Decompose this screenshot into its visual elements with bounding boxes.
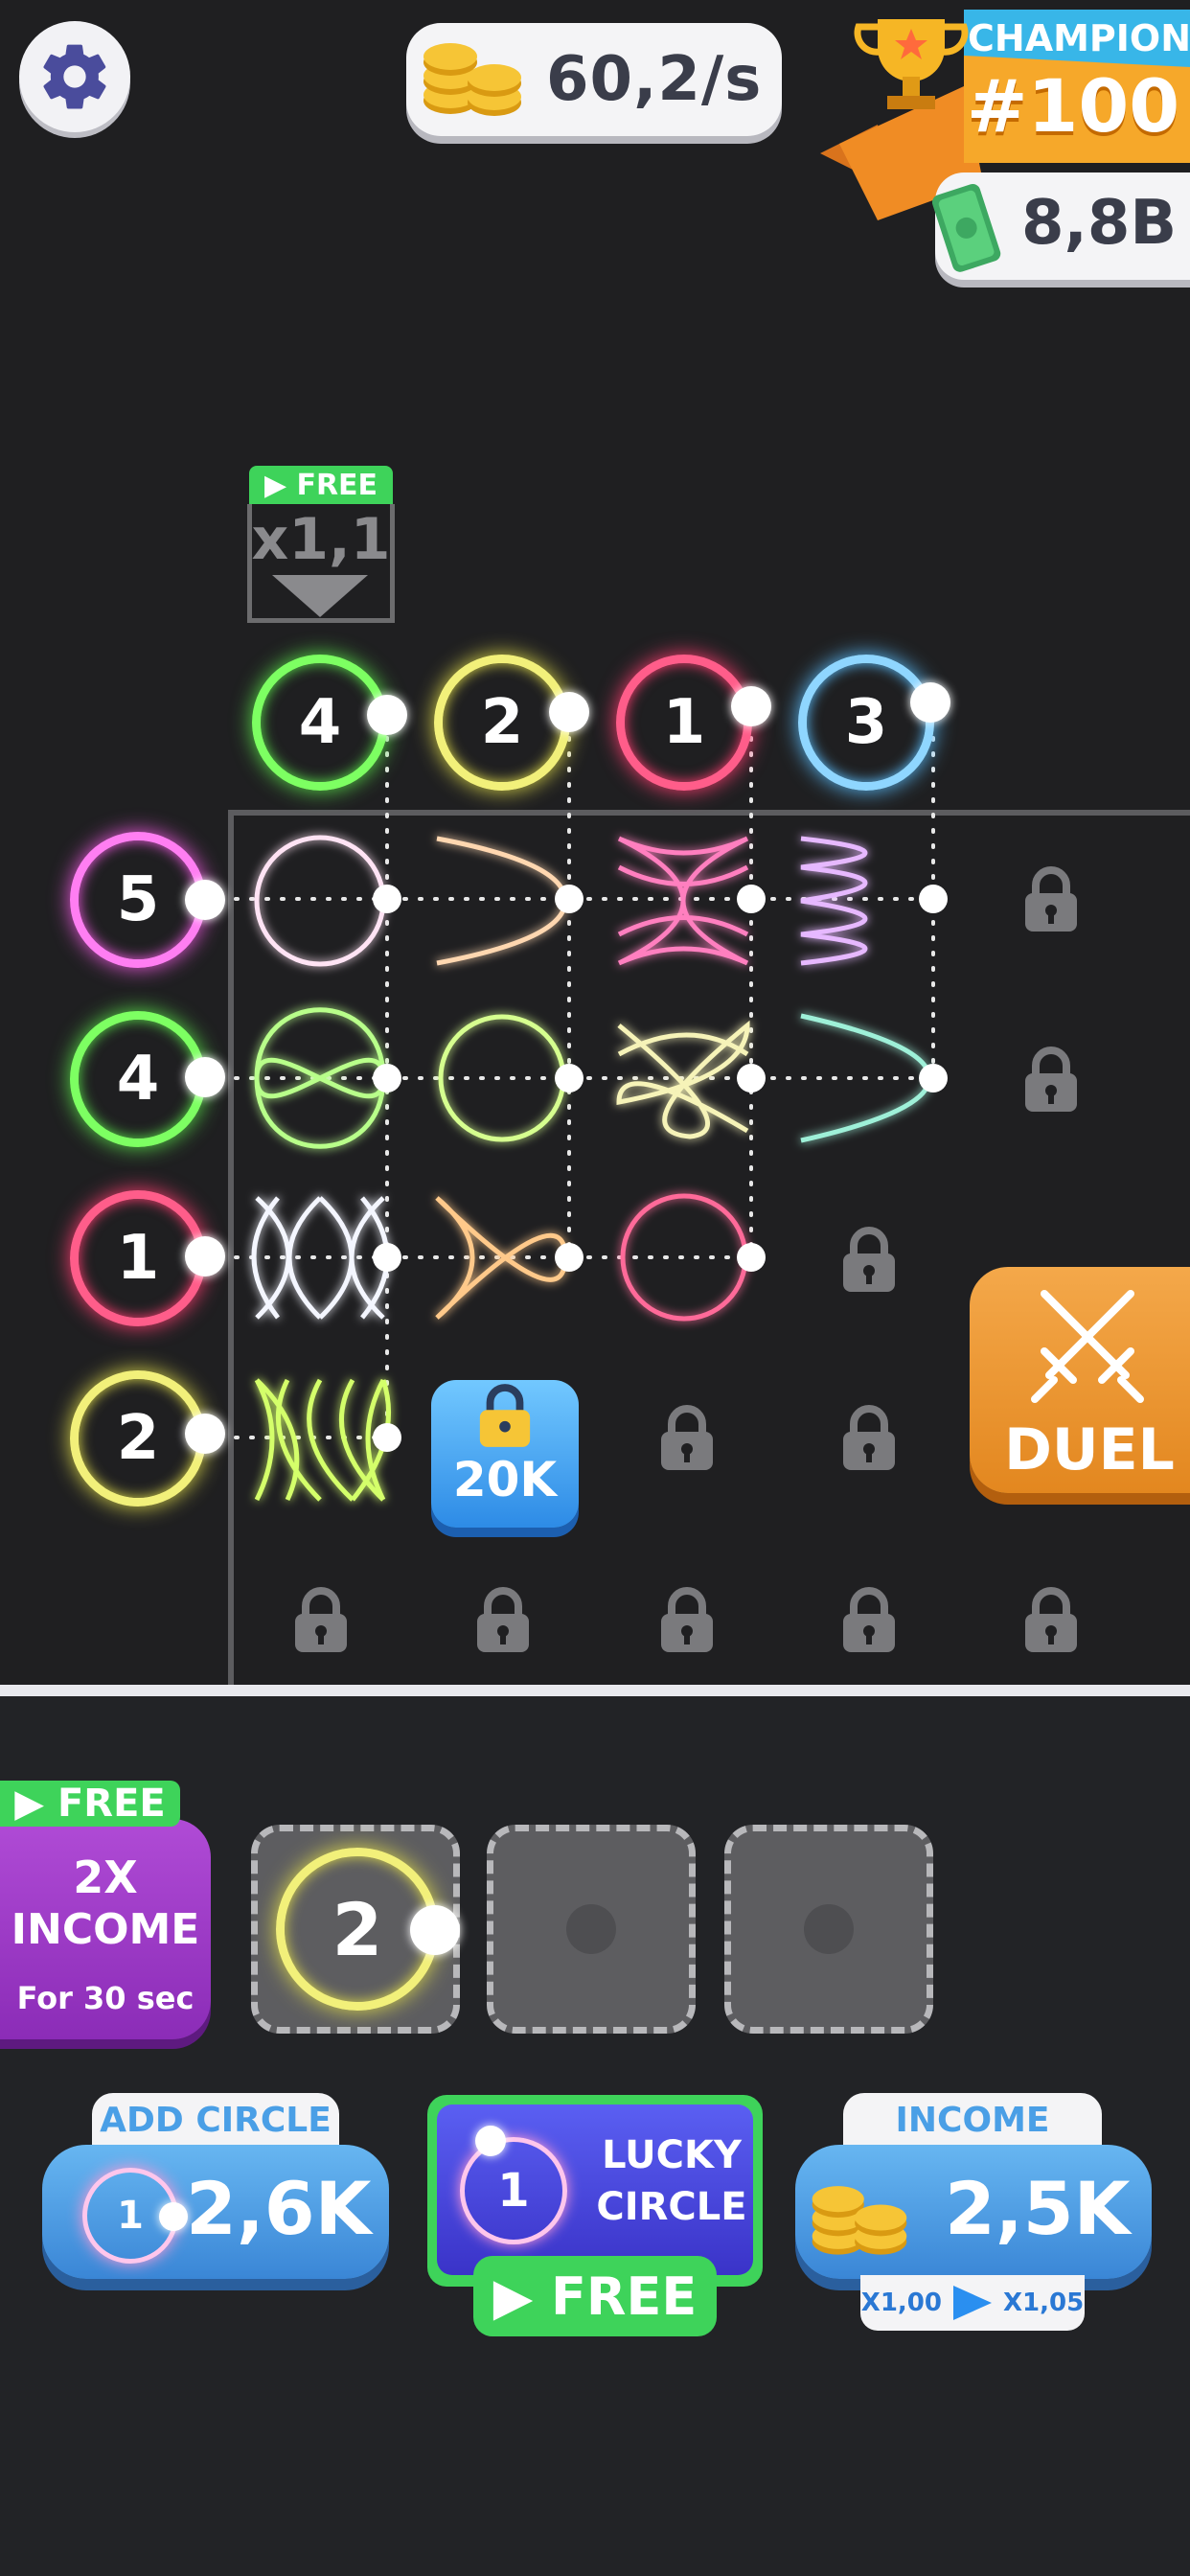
lock-icon [295, 1587, 347, 1652]
coins-icon [812, 2186, 907, 2255]
income-upgrade-price: 2,5K [945, 2166, 1131, 2251]
panel-divider [0, 1685, 1190, 1696]
curve-r2-c2 [438, 1014, 566, 1142]
income-title: INCOME [843, 2093, 1102, 2147]
inventory-slot-2[interactable] [487, 1825, 696, 2034]
lucky-circle-preview-marker [475, 2126, 506, 2156]
unlock-tile-price: 20K [452, 1452, 558, 1507]
duel-label: DUEL [1004, 1416, 1175, 1484]
income-mult-to: X1,05 [1003, 2288, 1085, 2317]
lock-icon [477, 1587, 529, 1652]
curve-r1-c4 [800, 836, 868, 966]
inventory-circle-marker [410, 1905, 460, 1955]
curve-r3-c2 [435, 1196, 568, 1320]
double-income-duration: For 30 sec [16, 1980, 195, 2016]
curve-r2-c1 [254, 1007, 386, 1149]
curve-r2-c4 [800, 1013, 932, 1143]
curve-r1-c3 [617, 836, 749, 966]
lock-icon [1025, 1046, 1077, 1112]
lucky-circle-label-1: LUCKY [602, 2133, 742, 2177]
add-circle-price: 2,6K [186, 2166, 372, 2251]
lock-icon [843, 1587, 895, 1652]
double-income-free-tag: ▶ FREE [0, 1781, 180, 1827]
double-income-multiplier: 2X [73, 1852, 138, 1903]
lucky-circle-preview: 1 [460, 2137, 567, 2244]
lock-icon [1025, 866, 1077, 932]
income-multiplier-preview: X1,00 X1,05 [860, 2275, 1085, 2331]
lock-icon [661, 1405, 713, 1470]
income-mult-from: X1,00 [860, 2288, 942, 2317]
curve-r3-c1 [251, 1196, 390, 1320]
play-arrow-icon [953, 2286, 992, 2320]
crossed-swords-icon [1031, 1290, 1144, 1403]
inventory-slot-3[interactable] [724, 1825, 933, 2034]
lock-icon [661, 1587, 713, 1652]
add-circle-preview-marker [159, 2202, 188, 2231]
add-circle-preview-value: 1 [117, 2194, 144, 2238]
inventory-circle-value: 2 [332, 1886, 383, 1972]
curve-r4-c1 [254, 1378, 391, 1502]
curve-r3-c3 [620, 1193, 748, 1322]
lucky-circle-free-tag[interactable]: ▶ FREE [473, 2256, 717, 2336]
lucky-circle-label-2: CIRCLE [596, 2185, 747, 2229]
curve-r1-c1 [254, 835, 386, 967]
curve-r2-c3 [616, 1020, 750, 1139]
double-income-label: INCOME [11, 1905, 200, 1954]
curve-r1-c2 [436, 836, 568, 966]
lock-icon [479, 1384, 531, 1447]
add-circle-title: ADD CIRCLE [92, 2093, 339, 2147]
lock-icon [843, 1405, 895, 1470]
lucky-circle-preview-value: 1 [497, 2164, 530, 2218]
lock-icon [843, 1227, 895, 1292]
lock-icon [1025, 1587, 1077, 1652]
